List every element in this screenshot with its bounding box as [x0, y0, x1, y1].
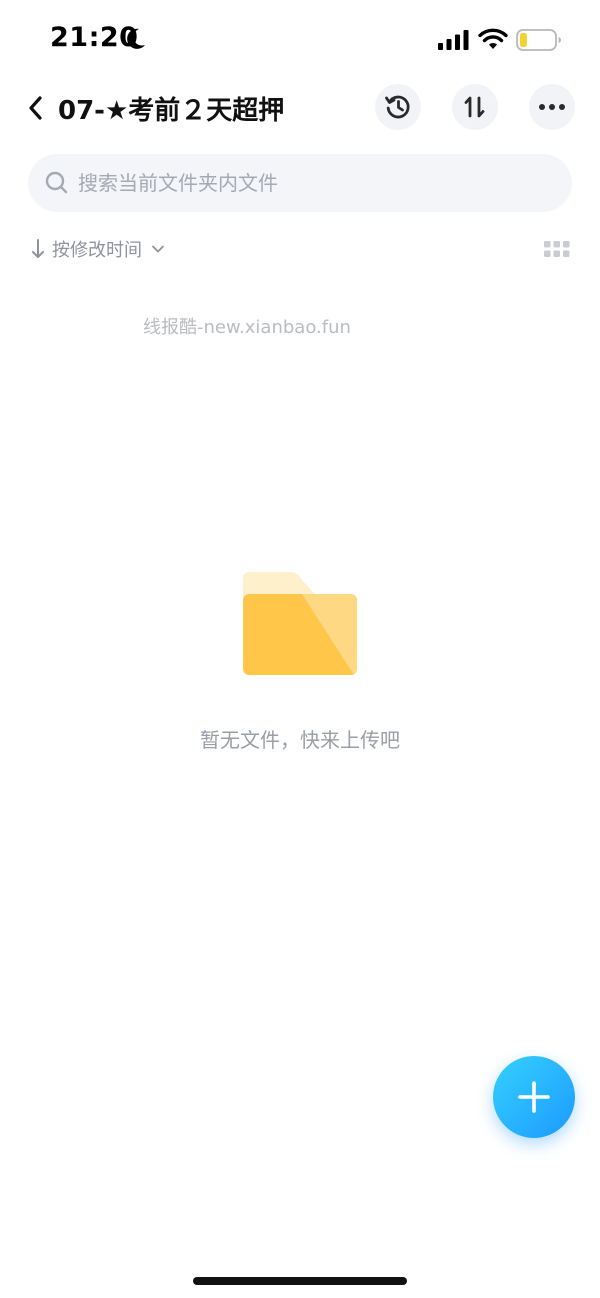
- sort-button[interactable]: [452, 84, 498, 130]
- plus-icon: [518, 1081, 550, 1113]
- nav-bar: 07-★考前２天超押: [0, 78, 600, 138]
- signal-icon: [438, 30, 469, 50]
- battery-icon: [516, 29, 561, 51]
- chevron-left-icon: [29, 96, 42, 120]
- wifi-icon: [478, 28, 508, 49]
- sort-selector[interactable]: 按修改时间: [30, 232, 166, 266]
- page-title: 07-★考前２天超押: [58, 96, 285, 126]
- chevron-down-icon: [152, 245, 164, 253]
- sort-label: 按修改时间: [52, 240, 142, 261]
- search-bar[interactable]: [28, 154, 572, 212]
- more-button[interactable]: [529, 84, 575, 130]
- add-button[interactable]: [493, 1056, 575, 1138]
- grid-view-icon[interactable]: [544, 241, 570, 257]
- search-icon: [45, 171, 68, 194]
- history-icon: [385, 95, 410, 119]
- more-icon: [539, 104, 565, 110]
- search-input[interactable]: [78, 154, 558, 212]
- back-button[interactable]: [16, 88, 56, 128]
- history-button[interactable]: [375, 84, 421, 130]
- empty-folder-icon: [243, 572, 357, 675]
- empty-state-message: 暂无文件，快来上传吧: [200, 728, 400, 752]
- status-bar: 21:20: [0, 0, 600, 80]
- sort-icon: [464, 96, 485, 118]
- watermark-text: 线报酷-new.xianbao.fun: [143, 317, 351, 338]
- arrow-down-icon: [32, 239, 44, 258]
- screen: 21:20 07-★考前２天超押 搜索当前文件夹内文件 按修改时间 线报酷-ne…: [0, 0, 600, 1298]
- home-indicator[interactable]: [193, 1277, 407, 1285]
- moon-icon: [127, 28, 145, 49]
